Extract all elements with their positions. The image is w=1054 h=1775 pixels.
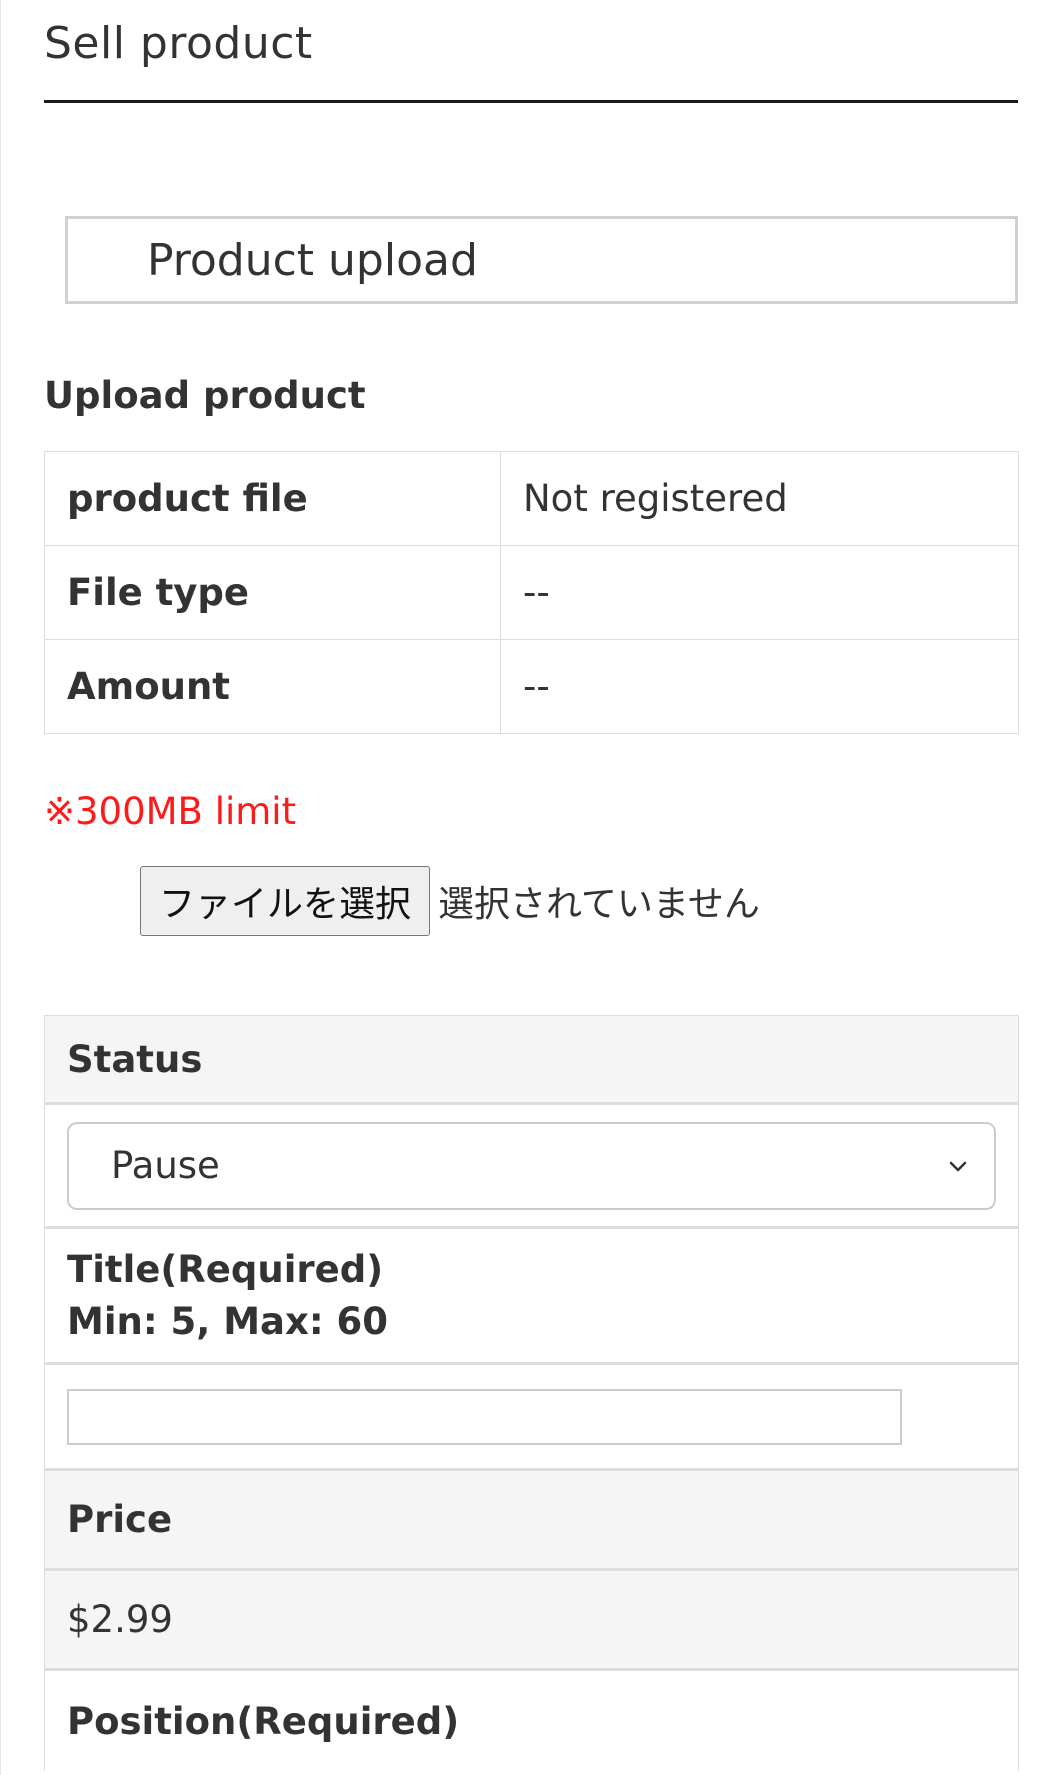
table-row: product file Not registered <box>44 451 1019 546</box>
file-type-value: -- <box>500 545 1019 640</box>
file-picker: ファイルを選択 選択されていません <box>140 866 760 936</box>
product-file-value: Not registered <box>500 451 1019 546</box>
price-label: Price <box>67 1498 173 1541</box>
title-body <box>45 1365 1018 1471</box>
tab-product-upload[interactable]: Product upload <box>65 216 1018 304</box>
product-settings-form: Status Pause Title(Required) Min: 5, Max… <box>44 1015 1019 1771</box>
amount-value: -- <box>500 639 1019 734</box>
title-input[interactable] <box>67 1388 902 1445</box>
status-label: Status <box>67 1037 203 1081</box>
product-file-label: product file <box>44 451 501 546</box>
table-row: Amount -- <box>44 639 1019 734</box>
status-select[interactable]: Pause <box>67 1121 996 1210</box>
sell-product-page: Sell product Product upload Upload produ… <box>0 0 1054 1775</box>
title-header: Title(Required) Min: 5, Max: 60 <box>45 1229 1018 1365</box>
chevron-down-icon <box>949 1161 967 1171</box>
page-title: Sell product <box>44 18 313 69</box>
price-header: Price <box>45 1471 1018 1571</box>
price-value: $2.99 <box>67 1598 173 1641</box>
status-body: Pause <box>45 1105 1018 1229</box>
upload-info-table: product file Not registered File type --… <box>44 451 1019 734</box>
status-selected-value: Pause <box>111 1144 220 1187</box>
amount-label: Amount <box>44 639 501 734</box>
title-constraints: Min: 5, Max: 60 <box>67 1299 389 1343</box>
file-type-label: File type <box>44 545 501 640</box>
choose-file-button[interactable]: ファイルを選択 <box>140 866 431 936</box>
position-header: Position(Required) <box>45 1671 1018 1771</box>
position-label: Position(Required) <box>67 1699 460 1743</box>
file-status-text: 選択されていません <box>438 884 760 925</box>
price-body: $2.99 <box>45 1571 1018 1671</box>
title-divider <box>44 100 1018 103</box>
tab-product-upload-label: Product upload <box>147 234 478 286</box>
table-row: File type -- <box>44 545 1019 640</box>
upload-section-heading: Upload product <box>44 374 366 417</box>
size-limit-note: ※300MB limit <box>44 790 297 833</box>
status-header: Status <box>45 1016 1018 1105</box>
title-label: Title(Required) <box>67 1247 384 1291</box>
